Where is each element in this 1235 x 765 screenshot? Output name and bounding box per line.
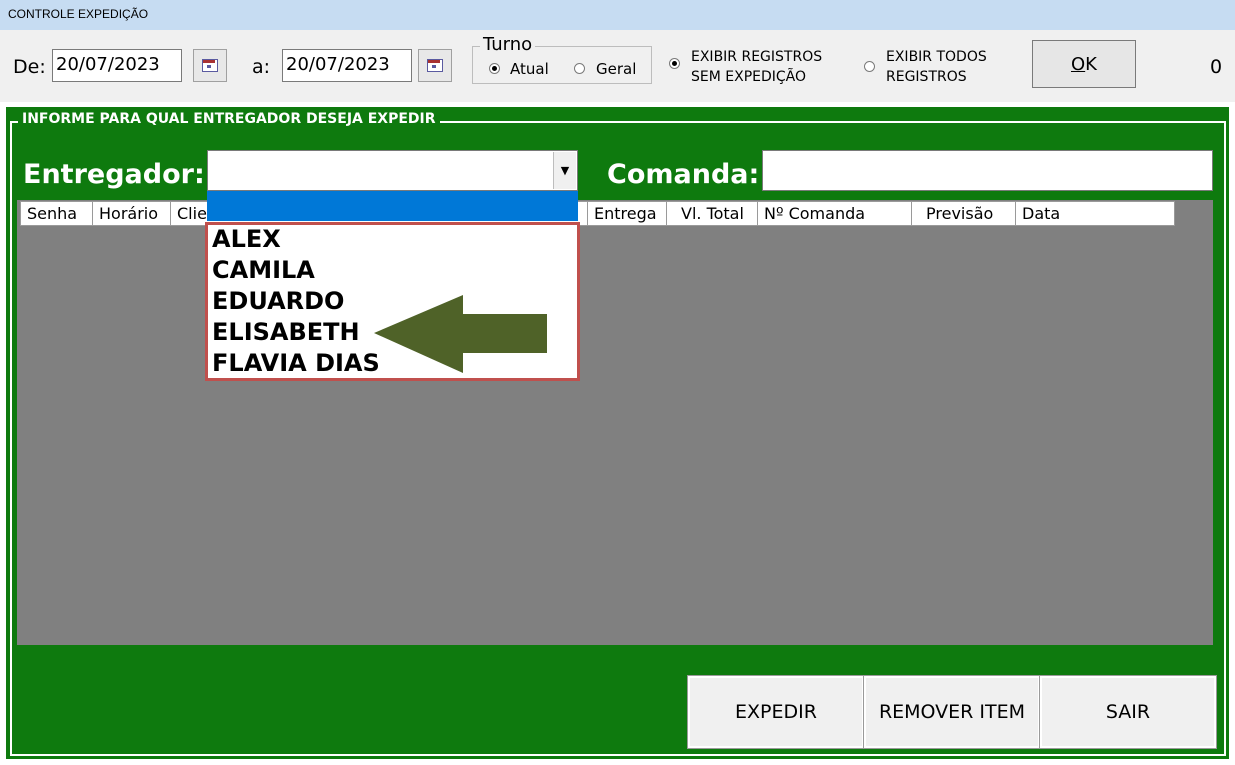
sair-button[interactable]: SAIR (1039, 675, 1217, 749)
from-date-calendar-button[interactable] (193, 49, 227, 82)
to-date-calendar-button[interactable] (418, 49, 452, 82)
orders-grid[interactable] (17, 200, 1213, 645)
show-without-expedition-line2: SEM EXPEDIÇÃO (691, 69, 807, 85)
show-without-expedition-label[interactable]: EXIBIR REGISTROS SEM EXPEDIÇÃO (691, 47, 822, 87)
column-header-previsao[interactable]: Previsão (911, 201, 1016, 226)
entregador-label: Entregador: (23, 159, 205, 190)
column-header-senha[interactable]: Senha (20, 201, 93, 226)
turno-atual-radio[interactable] (489, 63, 500, 74)
show-without-expedition-radio[interactable] (669, 58, 680, 69)
turno-geral-radio[interactable] (574, 63, 585, 74)
turno-legend: Turno (480, 34, 536, 55)
show-without-expedition-line1: EXIBIR REGISTROS (691, 49, 823, 65)
window-title: CONTROLE EXPEDIÇÃO (8, 7, 149, 21)
show-all-line2: REGISTROS (886, 69, 967, 85)
turno-atual-label[interactable]: Atual (510, 60, 549, 78)
remover-item-button[interactable]: REMOVER ITEM (863, 675, 1041, 749)
record-count: 0 (1210, 56, 1223, 78)
column-header-entrega[interactable]: Entrega (587, 201, 667, 226)
calendar-icon (202, 59, 218, 72)
column-header-vl-total[interactable]: Vl. Total (666, 201, 758, 226)
from-date-field[interactable]: 20/07/2023 (52, 49, 182, 82)
dropdown-selected-empty-item[interactable] (207, 191, 578, 221)
ok-label-rest: K (1085, 53, 1097, 75)
expedir-button[interactable]: EXPEDIR (687, 675, 865, 749)
turno-geral-label[interactable]: Geral (596, 60, 636, 78)
ok-button[interactable]: OK (1032, 40, 1136, 88)
show-all-line1: EXIBIR TODOS (886, 49, 987, 65)
title-bar (0, 0, 1235, 30)
dropdown-item-alex[interactable]: ALEX (212, 224, 281, 255)
dropdown-item-camila[interactable]: CAMILA (212, 255, 315, 286)
entregador-combobox[interactable] (207, 150, 578, 191)
column-header-data[interactable]: Data (1015, 201, 1175, 226)
show-all-radio[interactable] (864, 61, 875, 72)
chevron-down-icon[interactable]: ▼ (553, 152, 576, 189)
comanda-label: Comanda: (607, 159, 760, 190)
from-date-label: De: (13, 56, 46, 78)
column-header-horario[interactable]: Horário (92, 201, 171, 226)
annotation-arrow-icon (374, 295, 547, 373)
show-all-label[interactable]: EXIBIR TODOS REGISTROS (886, 47, 987, 87)
to-date-label: a: (252, 56, 271, 78)
ok-mnemonic: O (1071, 53, 1086, 75)
to-date-field[interactable]: 20/07/2023 (282, 49, 412, 82)
calendar-icon (427, 59, 443, 72)
dropdown-item-elisabeth[interactable]: ELISABETH (212, 317, 360, 348)
dropdown-item-flavia-dias[interactable]: FLAVIA DIAS (212, 348, 380, 379)
panel-title: INFORME PARA QUAL ENTREGADOR DESEJA EXPE… (18, 111, 440, 127)
column-header-n-comanda[interactable]: Nº Comanda (757, 201, 912, 226)
comanda-input[interactable] (762, 150, 1213, 191)
dropdown-item-eduardo[interactable]: EDUARDO (212, 286, 344, 317)
